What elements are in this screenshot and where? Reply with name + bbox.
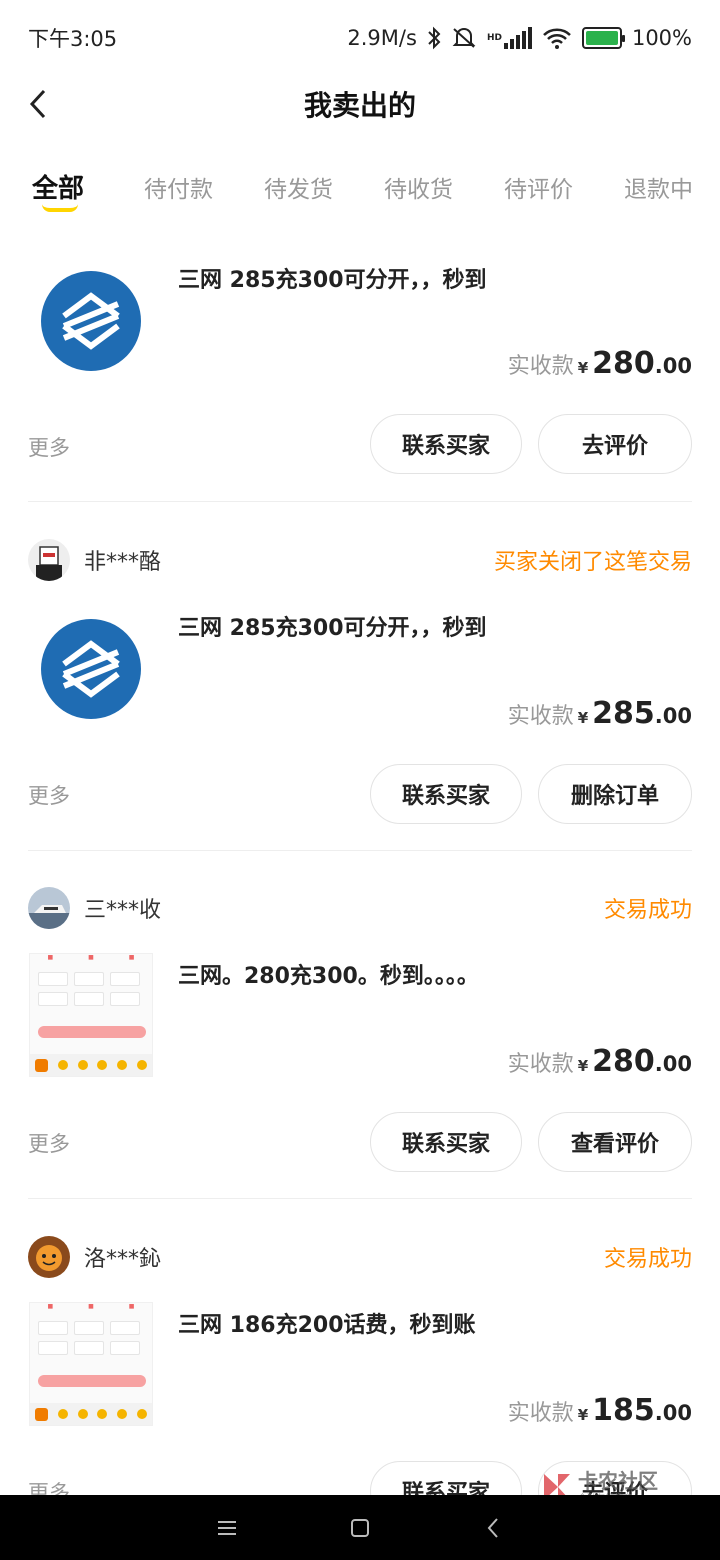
battery-level [585, 31, 618, 45]
item-thumbnail[interactable]: ■ ■ ■ [28, 1301, 154, 1427]
currency-symbol: ¥ [577, 709, 589, 727]
buyer-row: 三***收 交易成功 [28, 886, 692, 930]
tab-all[interactable]: 全部 [32, 168, 84, 205]
wifi-icon [542, 24, 572, 52]
tab-pending-review[interactable]: 待评价 [504, 170, 573, 204]
delete-order-button[interactable]: 删除订单 [538, 764, 692, 824]
contact-buyer-button[interactable]: 联系买家 [370, 1112, 522, 1172]
price: 实收款 ¥ 285 .00 [508, 696, 692, 731]
home-button[interactable] [340, 1508, 380, 1548]
page-title: 我卖出的 [303, 89, 416, 122]
item-title[interactable]: 三网 186充200话费，秒到账 [178, 1307, 476, 1339]
avatar[interactable] [28, 887, 70, 929]
tab-refunding[interactable]: 退款中 [624, 170, 693, 204]
contact-buyer-button[interactable]: 联系买家 [370, 1461, 522, 1495]
currency-symbol: ¥ [577, 359, 589, 377]
item-thumbnail[interactable] [28, 606, 154, 732]
menu-icon [217, 1520, 236, 1535]
item-thumbnail[interactable] [28, 258, 154, 384]
bluetooth-icon [427, 24, 441, 52]
status-time: 下午3:05 [28, 27, 118, 51]
item-title[interactable]: 三网 285充300可分开，，秒到 [178, 262, 487, 294]
china-mobile-logo-icon [41, 619, 141, 719]
price-label: 实收款 [507, 704, 574, 729]
price-decimal: .00 [654, 354, 692, 378]
network-speed: 2.9M/s [347, 26, 417, 50]
buyer-row: 洛***鈊 交易成功 [28, 1235, 692, 1279]
buyer-row: 非***酪 买家关闭了这笔交易 [28, 538, 692, 582]
item-title[interactable]: 三网 285充300可分开，，秒到 [178, 610, 487, 642]
tab-pending-receipt[interactable]: 待收货 [384, 170, 453, 204]
hd-label: HD [486, 32, 502, 43]
back-button[interactable] [18, 84, 58, 124]
contact-buyer-button[interactable]: 联系买家 [370, 414, 522, 474]
price-decimal: .00 [654, 1052, 692, 1076]
divider [28, 501, 692, 502]
price-integer: 185 [592, 1393, 655, 1428]
avatar[interactable] [28, 539, 70, 581]
review-button[interactable]: 去评价 [538, 414, 692, 474]
price: 实收款 ¥ 185 .00 [508, 1393, 692, 1428]
order-status: 买家关闭了这笔交易 [493, 550, 692, 575]
nav-back-button[interactable] [473, 1508, 513, 1548]
recharge-screenshot-thumbnail: ■ ■ ■ [29, 1302, 153, 1426]
recharge-screenshot-thumbnail: ■ ■ ■ [29, 953, 153, 1077]
status-bar: 下午3:05 2.9M/s HD 100% [0, 0, 720, 76]
active-tab-indicator [42, 204, 78, 212]
cellular-signal-icon: HD [487, 24, 532, 52]
china-mobile-logo-icon [41, 271, 141, 371]
home-square-icon [350, 1518, 369, 1537]
item-title[interactable]: 三网。280充300。秒到。。。。 [178, 958, 479, 990]
avatar[interactable] [28, 1236, 70, 1278]
menu-button[interactable] [207, 1508, 247, 1548]
more-link[interactable]: 更多 [28, 1477, 70, 1495]
price: 实收款 ¥ 280 .00 [508, 346, 692, 381]
more-link[interactable]: 更多 [28, 780, 70, 810]
more-link[interactable]: 更多 [28, 1128, 70, 1158]
tab-pending-shipment[interactable]: 待发货 [264, 170, 333, 204]
price-decimal: .00 [654, 704, 692, 728]
header: 我卖出的 [0, 76, 720, 132]
order-card: 洛***鈊 交易成功 ■ ■ ■ 三网 186充200话费，秒到账 实收款 ¥ 18… [28, 1235, 692, 1495]
divider [28, 1198, 692, 1199]
buyer-name: 三***收 [84, 898, 162, 923]
price-decimal: .00 [654, 1401, 692, 1425]
price-integer: 285 [592, 696, 655, 731]
status-icons: 2.9M/s HD 100% [347, 24, 692, 52]
currency-symbol: ¥ [577, 1057, 589, 1075]
price-integer: 280 [592, 1044, 655, 1079]
price: 实收款 ¥ 280 .00 [508, 1044, 692, 1079]
order-tabs: 全部 待付款 待发货 待收货 待评价 退款中 [0, 160, 720, 220]
system-nav-bar [0, 1495, 720, 1560]
view-review-button[interactable]: 查看评价 [538, 1112, 692, 1172]
back-arrow-icon [487, 1517, 499, 1538]
order-card: 非***酪 买家关闭了这笔交易 三网 285充300可分开，，秒到 实收款 ¥ … [28, 538, 692, 828]
order-status: 交易成功 [603, 1247, 692, 1272]
currency-symbol: ¥ [577, 1406, 589, 1424]
watermark-text: 卡农社区 [578, 1468, 658, 1493]
mute-bell-icon [451, 24, 477, 52]
price-label: 实收款 [507, 1052, 574, 1077]
divider [28, 850, 692, 851]
buyer-name: 非***酪 [84, 550, 162, 575]
contact-buyer-button[interactable]: 联系买家 [370, 764, 522, 824]
tab-pending-payment[interactable]: 待付款 [144, 170, 213, 204]
price-label: 实收款 [507, 1401, 574, 1426]
item-thumbnail[interactable]: ■ ■ ■ [28, 952, 154, 1078]
order-status: 交易成功 [603, 898, 692, 923]
battery-icon [581, 27, 625, 49]
battery-percent: 100% [631, 26, 692, 50]
more-link[interactable]: 更多 [28, 432, 70, 462]
chevron-left-icon [29, 89, 46, 119]
order-card: 三***收 交易成功 ■ ■ ■ 三网。280充300。秒到。。。。 实收款 ¥ 2… [28, 886, 692, 1176]
order-card: 三网 285充300可分开，，秒到 实收款 ¥ 280 .00 更多 联系买家 … [28, 250, 692, 480]
price-label: 实收款 [507, 354, 574, 379]
buyer-name: 洛***鈊 [84, 1247, 162, 1272]
price-integer: 280 [592, 346, 655, 381]
